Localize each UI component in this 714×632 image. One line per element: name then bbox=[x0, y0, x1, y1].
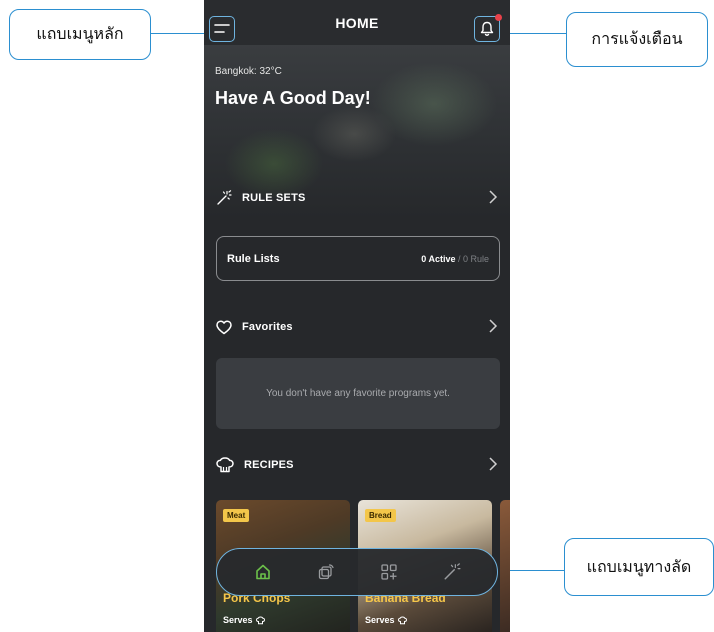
callout-line-main-menu bbox=[151, 33, 209, 34]
menu-button[interactable] bbox=[209, 16, 235, 42]
recipe-serves-label: Serves bbox=[223, 615, 253, 625]
page-title: HOME bbox=[335, 14, 379, 31]
callout-main-menu: แถบเมนูหลัก bbox=[9, 9, 151, 60]
chef-hat-icon bbox=[255, 615, 265, 624]
bell-icon bbox=[480, 21, 494, 36]
rule-sets-row[interactable]: RULE SETS bbox=[216, 187, 498, 209]
callout-line-notifications bbox=[502, 33, 566, 34]
top-bar: HOME bbox=[204, 0, 510, 45]
phone-screen: HOME Bangkok: 32°C Have A Good Day! RULE… bbox=[204, 0, 510, 632]
rule-lists-card[interactable]: Rule Lists 0 Active / 0 Rule bbox=[216, 236, 500, 281]
recipe-card-partial[interactable] bbox=[500, 500, 510, 632]
magic-wand-icon bbox=[444, 563, 460, 580]
favorites-empty-text: You don't have any favorite programs yet… bbox=[266, 388, 450, 399]
recipe-serves-label: Serves bbox=[365, 615, 395, 625]
bottom-shortcut-bar bbox=[216, 548, 498, 596]
callout-shortcut-bar-text: แถบเมนูทางลัด bbox=[586, 556, 692, 576]
chevron-right-icon[interactable] bbox=[488, 456, 498, 472]
callout-notifications: การแจ้งเตือน bbox=[566, 12, 708, 67]
recipes-label: RECIPES bbox=[244, 459, 294, 471]
favorites-label: Favorites bbox=[242, 321, 293, 333]
chef-hat-icon bbox=[397, 615, 407, 624]
recipe-tag: Bread bbox=[365, 509, 396, 522]
add-widget-icon bbox=[380, 564, 397, 580]
notifications-button[interactable] bbox=[474, 14, 502, 42]
rule-lists-status: 0 Active / 0 Rule bbox=[421, 254, 489, 264]
chef-hat-icon bbox=[216, 457, 234, 473]
notification-dot bbox=[495, 14, 502, 21]
recipe-tag: Meat bbox=[223, 509, 250, 522]
callout-notifications-text: การแจ้งเตือน bbox=[591, 29, 683, 48]
rule-lists-name: Rule Lists bbox=[227, 252, 280, 265]
favorites-row[interactable]: Favorites bbox=[216, 316, 498, 338]
hamburger-icon bbox=[214, 24, 230, 33]
magic-wand-icon bbox=[217, 190, 232, 205]
greeting-text: Have A Good Day! bbox=[215, 88, 371, 108]
home-icon bbox=[255, 564, 270, 580]
recipe-serves: Serves bbox=[365, 615, 407, 625]
nav-devices-button[interactable] bbox=[313, 559, 339, 585]
nav-home-button[interactable] bbox=[250, 559, 276, 585]
nav-add-widget-button[interactable] bbox=[376, 559, 402, 585]
recipes-row[interactable]: RECIPES bbox=[216, 454, 498, 476]
callout-main-menu-text: แถบเมนูหลัก bbox=[36, 24, 124, 43]
rule-count: / 0 Rule bbox=[455, 253, 489, 264]
heart-icon bbox=[216, 319, 232, 334]
chevron-right-icon[interactable] bbox=[488, 189, 498, 205]
callout-shortcut-bar: แถบเมนูทางลัด bbox=[564, 538, 714, 596]
device-remote-icon bbox=[318, 564, 334, 580]
recipe-serves: Serves bbox=[223, 615, 265, 625]
active-count: 0 Active bbox=[421, 253, 456, 264]
chevron-right-icon[interactable] bbox=[488, 318, 498, 334]
weather-text: Bangkok: 32°C bbox=[215, 66, 282, 77]
rule-sets-label: RULE SETS bbox=[242, 192, 306, 204]
favorites-empty-state: You don't have any favorite programs yet… bbox=[216, 358, 500, 429]
nav-automation-button[interactable] bbox=[439, 559, 465, 585]
